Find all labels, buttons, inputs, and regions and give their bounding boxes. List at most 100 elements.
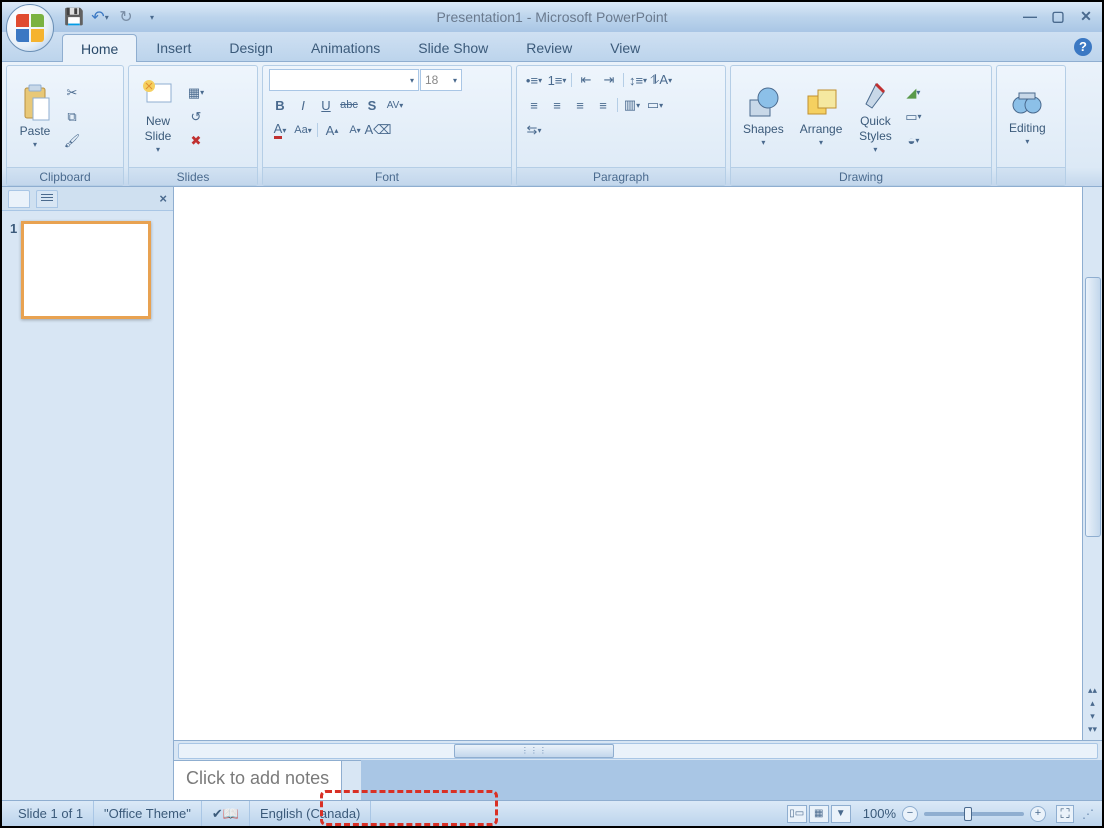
decrease-indent-button[interactable]: ⇤ [575, 69, 597, 91]
bullets-button[interactable]: •≡▾ [523, 69, 545, 91]
tab-animations[interactable]: Animations [292, 33, 399, 61]
align-left-button[interactable]: ≡ [523, 94, 545, 116]
zoom-slider-thumb[interactable] [964, 807, 972, 821]
align-right-button[interactable]: ≡ [569, 94, 591, 116]
text-shadow-button[interactable]: S [361, 94, 383, 116]
char-spacing-button[interactable]: AV▾ [384, 94, 406, 116]
separator [571, 73, 572, 87]
tab-insert[interactable]: Insert [137, 33, 210, 61]
zoom-slider[interactable] [924, 812, 1024, 816]
tab-design[interactable]: Design [210, 33, 292, 61]
clear-formatting-button[interactable]: A⌫ [367, 119, 389, 141]
normal-view-button[interactable]: ▯▭ [787, 805, 807, 823]
align-center-button[interactable]: ≡ [546, 94, 568, 116]
shrink-font-button[interactable]: A▾ [344, 119, 366, 141]
increase-indent-button[interactable]: ⇥ [598, 69, 620, 91]
scrollbar-track[interactable]: ⋮⋮⋮ [178, 743, 1098, 759]
chevron-down-icon: ▾ [643, 76, 647, 85]
maximize-button[interactable]: ▢ [1048, 6, 1068, 26]
qat-customize-button[interactable]: ▾ [140, 5, 164, 29]
binoculars-icon [1011, 87, 1043, 119]
minimize-button[interactable]: — [1020, 6, 1040, 26]
sorter-view-button[interactable]: ▦ [809, 805, 829, 823]
scroll-down-button[interactable]: ▾ [1085, 711, 1101, 723]
new-slide-button[interactable]: New Slide ▾ [135, 76, 181, 156]
underline-icon: U [321, 98, 330, 113]
theme-name[interactable]: "Office Theme" [94, 801, 202, 826]
help-button[interactable]: ? [1074, 38, 1092, 56]
chevron-down-icon: ▾ [282, 126, 286, 135]
zoom-in-button[interactable]: + [1030, 806, 1046, 822]
font-color-button[interactable]: A▾ [269, 119, 291, 141]
editing-label: Editing [1009, 121, 1046, 135]
copy-button[interactable]: ⧉ [61, 106, 83, 128]
panel-close-button[interactable]: × [159, 191, 167, 206]
effects-icon: ◒ [907, 133, 915, 148]
redo-button[interactable]: ↻ [114, 5, 138, 29]
editing-button[interactable]: Editing▾ [1003, 85, 1052, 149]
text-direction-button[interactable]: ⥮A▾ [650, 69, 672, 91]
slide-thumbnail[interactable] [21, 221, 151, 319]
paste-button[interactable]: Paste ▾ [13, 82, 57, 152]
change-case-button[interactable]: Aa▾ [292, 119, 314, 141]
slideshow-view-button[interactable]: ▼ [831, 805, 851, 823]
slides-tab[interactable] [8, 190, 30, 208]
prev-slide-button[interactable]: ▴▴ [1085, 685, 1101, 697]
justify-button[interactable]: ≡ [592, 94, 614, 116]
cut-button[interactable]: ✂ [61, 82, 83, 104]
font-name-combo[interactable]: ▾ [269, 69, 419, 91]
format-painter-button[interactable]: 🖌 [61, 130, 83, 152]
resize-grip[interactable]: ⋰ [1080, 807, 1096, 821]
grow-font-button[interactable]: A▴ [321, 119, 343, 141]
vertical-scrollbar[interactable]: ▴▴ ▴ ▾ ▾▾ [1082, 187, 1102, 740]
bold-button[interactable]: B [269, 94, 291, 116]
scrollbar-thumb[interactable]: ⋮⋮⋮ [454, 744, 614, 758]
scroll-up-button[interactable]: ▴ [1085, 698, 1101, 710]
font-size-combo[interactable]: 18▾ [420, 69, 462, 91]
notes-scrollbar[interactable] [341, 760, 361, 800]
close-button[interactable]: ✕ [1076, 6, 1096, 26]
group-label: Clipboard [7, 167, 123, 185]
arrange-button[interactable]: Arrange▾ [794, 84, 849, 150]
fit-to-window-button[interactable]: ⛶ [1056, 805, 1074, 823]
spellcheck-button[interactable]: ✔📖 [202, 801, 250, 826]
reset-button[interactable]: ↺ [185, 106, 207, 128]
zoom-out-button[interactable]: − [902, 806, 918, 822]
outline-tab[interactable] [36, 190, 58, 208]
numbering-button[interactable]: 1≡▾ [546, 69, 568, 91]
tab-view[interactable]: View [591, 33, 659, 61]
line-spacing-button[interactable]: ↕≡▾ [627, 69, 649, 91]
shape-outline-button[interactable]: ▭▾ [902, 106, 924, 128]
scrollbar-thumb[interactable] [1085, 277, 1101, 537]
italic-button[interactable]: I [292, 94, 314, 116]
shapes-button[interactable]: Shapes▾ [737, 84, 790, 150]
tab-slide-show[interactable]: Slide Show [399, 33, 507, 61]
shape-fill-button[interactable]: ◢▾ [902, 82, 924, 104]
align-text-button[interactable]: ▭▾ [644, 94, 666, 116]
zoom-level[interactable]: 100% [863, 806, 896, 821]
layout-button[interactable]: ▦▾ [185, 82, 207, 104]
chevron-down-icon: ▾ [562, 76, 566, 85]
shape-effects-button[interactable]: ◒▾ [902, 130, 924, 152]
horizontal-scrollbar[interactable]: ⋮⋮⋮ [174, 740, 1102, 760]
language-button[interactable]: English (Canada) [250, 801, 371, 826]
underline-button[interactable]: U [315, 94, 337, 116]
delete-slide-button[interactable]: ✖ [185, 130, 207, 152]
quick-styles-button[interactable]: Quick Styles▾ [852, 76, 898, 156]
strikethrough-button[interactable]: abc [338, 94, 360, 116]
chevron-down-icon: ▾ [410, 76, 414, 85]
save-button[interactable]: 💾 [62, 5, 86, 29]
next-slide-button[interactable]: ▾▾ [1085, 724, 1101, 736]
thumbnail-item[interactable]: 1 [10, 221, 165, 319]
undo-button[interactable]: ↶▾ [88, 5, 112, 29]
tab-home[interactable]: Home [62, 34, 137, 62]
align-right-icon: ≡ [576, 98, 584, 113]
tab-review[interactable]: Review [507, 33, 591, 61]
notes-pane[interactable]: Click to add notes [174, 760, 341, 800]
convert-smartart-button[interactable]: ⇆▾ [523, 119, 545, 141]
slide-count[interactable]: Slide 1 of 1 [8, 801, 94, 826]
slide-canvas[interactable] [174, 187, 1082, 740]
office-button[interactable] [6, 4, 54, 52]
columns-button[interactable]: ▥▾ [621, 94, 643, 116]
window-title: Presentation1 - Microsoft PowerPoint [2, 9, 1102, 25]
